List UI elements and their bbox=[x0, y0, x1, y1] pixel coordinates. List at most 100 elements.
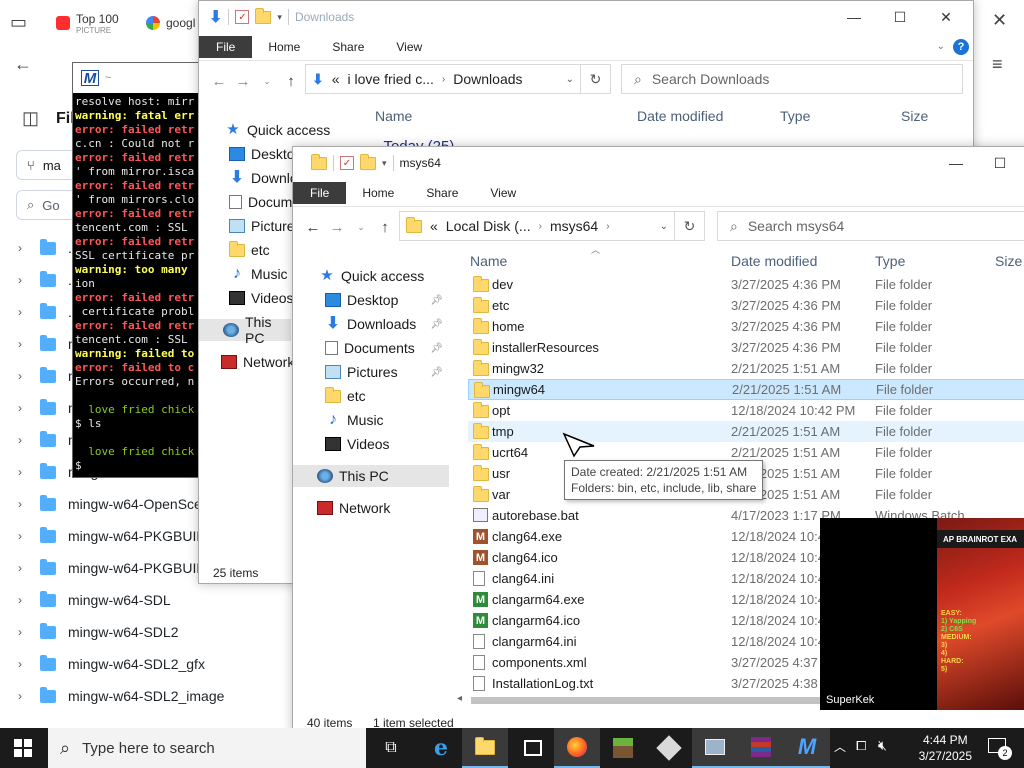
address-bar[interactable]: « Local Disk (... › msys64 › ⌄ ↻ bbox=[399, 211, 705, 241]
tab-file[interactable]: File bbox=[199, 35, 253, 58]
terminal-titlebar[interactable]: M ~ bbox=[73, 63, 203, 93]
show-hidden-icons-icon[interactable]: ︿ bbox=[834, 738, 846, 755]
up-button[interactable]: ↑ bbox=[279, 73, 303, 90]
tab-home[interactable]: Home bbox=[252, 40, 316, 54]
column-header-name[interactable]: Name bbox=[470, 253, 507, 269]
chevron-right-icon[interactable]: › bbox=[0, 625, 40, 639]
expand-ribbon-icon[interactable]: ⌄ bbox=[937, 41, 945, 52]
new-folder-icon[interactable] bbox=[360, 153, 376, 170]
breadcrumb-item[interactable]: Local Disk (... bbox=[446, 218, 531, 234]
chevron-right-icon[interactable]: › bbox=[0, 593, 40, 607]
back-button[interactable]: ← bbox=[207, 73, 231, 90]
file-row[interactable]: home 3/27/2025 4:36 PM File folder bbox=[468, 316, 1024, 337]
properties-icon[interactable]: ✓ bbox=[340, 156, 354, 170]
breadcrumb-item[interactable]: Downloads bbox=[453, 71, 522, 87]
column-header-date-modified[interactable]: Date modified bbox=[637, 108, 723, 124]
nav-item-quick-access[interactable]: ★ Quick access bbox=[225, 119, 330, 141]
chevron-right-icon[interactable]: › bbox=[0, 689, 40, 703]
nav-item-desktop[interactable]: Desktop 📌︎ bbox=[325, 289, 449, 311]
chevron-right-icon[interactable]: › bbox=[0, 657, 40, 671]
browser-tab-google[interactable]: googl bbox=[146, 6, 195, 40]
menu-icon[interactable]: ≡ bbox=[992, 54, 1003, 75]
minecraft-icon[interactable] bbox=[600, 728, 646, 768]
close-button[interactable]: ✕ bbox=[923, 1, 969, 33]
nav-item-docum[interactable]: Docum bbox=[229, 191, 292, 213]
file-row[interactable]: opt 12/18/2024 10:42 PM File folder bbox=[468, 400, 1024, 421]
chevron-right-icon[interactable]: › bbox=[0, 497, 40, 511]
nav-item-pictures[interactable]: Pictures 📌︎ bbox=[325, 361, 449, 383]
nav-item-music[interactable]: ♪ Music bbox=[325, 409, 449, 431]
column-header-name[interactable]: Name bbox=[375, 108, 412, 124]
close-icon[interactable]: ✕ bbox=[992, 10, 1007, 31]
nav-item-music[interactable]: ♪ Music bbox=[229, 263, 288, 285]
firefox-icon[interactable] bbox=[554, 728, 600, 768]
repo-folder-row[interactable]: › mingw-w64-SDL2_gfx bbox=[0, 648, 300, 680]
file-row[interactable]: mingw64 2/21/2025 1:51 AM File folder bbox=[468, 379, 1024, 400]
chevron-right-icon[interactable]: › bbox=[0, 433, 40, 447]
address-dropdown-icon[interactable]: ⌄ bbox=[566, 74, 574, 85]
address-bar[interactable]: ⬇ « i love fried c... › Downloads ⌄ ↻ bbox=[305, 64, 611, 94]
chevron-right-icon[interactable]: › bbox=[0, 529, 40, 543]
breadcrumb-overflow[interactable]: « bbox=[332, 71, 340, 87]
nav-item-network[interactable]: Network bbox=[221, 351, 294, 373]
terminal-output[interactable]: resolve host: mirr warning: fatal err erro… bbox=[73, 93, 203, 475]
nav-item-network[interactable]: Network bbox=[317, 497, 441, 519]
chevron-right-icon[interactable]: › bbox=[0, 305, 40, 319]
column-header-date-modified[interactable]: Date modified bbox=[731, 253, 817, 269]
file-row[interactable]: mingw32 2/21/2025 1:51 AM File folder bbox=[468, 358, 1024, 379]
new-folder-icon[interactable] bbox=[255, 7, 272, 24]
refresh-icon[interactable]: ↻ bbox=[580, 65, 610, 93]
nav-item-videos[interactable]: Videos bbox=[325, 433, 449, 455]
recent-locations-icon[interactable]: ⌄ bbox=[255, 76, 279, 87]
address-dropdown-icon[interactable]: ⌄ bbox=[660, 221, 668, 232]
tab-home[interactable]: Home bbox=[346, 186, 410, 200]
scrollbar-thumb[interactable] bbox=[471, 697, 831, 704]
msys64-titlebar[interactable]: ✓ ▾ msys64 bbox=[293, 147, 1024, 179]
tab-share[interactable]: Share bbox=[410, 186, 474, 200]
msys2-icon[interactable]: M bbox=[784, 728, 830, 768]
file-row[interactable]: tmp 2/21/2025 1:51 AM File folder bbox=[468, 421, 1024, 442]
refresh-icon[interactable]: ↻ bbox=[674, 212, 704, 240]
pin-icon[interactable]: 📌︎ bbox=[430, 343, 443, 354]
quick-access-toolbar-dropdown-icon[interactable]: ▾ bbox=[277, 12, 282, 23]
store-icon[interactable] bbox=[510, 728, 556, 768]
breadcrumb-item[interactable]: i love fried c... bbox=[348, 71, 434, 87]
edge-icon[interactable]: e bbox=[418, 728, 464, 768]
forward-button[interactable]: → bbox=[231, 73, 255, 90]
file-row[interactable]: etc 3/27/2025 4:36 PM File folder bbox=[468, 295, 1024, 316]
breadcrumb-item[interactable]: msys64 bbox=[550, 218, 598, 234]
tab-list-icon[interactable]: ▭ bbox=[10, 12, 27, 33]
tab-file[interactable]: File bbox=[293, 181, 347, 204]
maximize-button[interactable]: ☐ bbox=[877, 1, 923, 33]
pin-icon[interactable]: 📌︎ bbox=[430, 319, 443, 330]
nav-item-this-pc[interactable]: This PC bbox=[293, 465, 449, 487]
chevron-right-icon[interactable]: › bbox=[0, 337, 40, 351]
minimize-button[interactable]: — bbox=[831, 1, 877, 33]
tab-view[interactable]: View bbox=[474, 186, 532, 200]
repo-folder-row[interactable]: › mingw-w64-SDL2 bbox=[0, 616, 300, 648]
column-header-type[interactable]: Type bbox=[875, 253, 905, 269]
chevron-right-icon[interactable]: › bbox=[0, 465, 40, 479]
scroll-left-icon[interactable]: ◂ bbox=[457, 693, 462, 704]
winrar-icon[interactable] bbox=[738, 728, 784, 768]
task-view-icon[interactable]: ⧉ bbox=[368, 728, 414, 768]
nav-item-quick-access[interactable]: ★ Quick access bbox=[319, 265, 443, 287]
network-icon[interactable]: ⧠ bbox=[856, 738, 866, 754]
nav-item-etc[interactable]: etc bbox=[325, 385, 449, 407]
cube-app-icon[interactable] bbox=[646, 728, 692, 768]
file-row[interactable]: installerResources 3/27/2025 4:36 PM File … bbox=[468, 337, 1024, 358]
taskbar-search-box[interactable]: ⌕ Type here to search bbox=[48, 728, 366, 768]
nav-item-downloads[interactable]: ⬇ Downloads 📌︎ bbox=[325, 313, 449, 335]
tab-view[interactable]: View bbox=[380, 40, 438, 54]
control-panel-icon[interactable] bbox=[692, 728, 738, 768]
chevron-right-icon[interactable]: › bbox=[0, 273, 40, 287]
nav-item-this-pc[interactable]: This PC bbox=[199, 314, 291, 346]
go-to-file-input[interactable]: ⌕ Go bbox=[16, 190, 76, 220]
repo-folder-row[interactable]: › mingw-w64-SDL bbox=[0, 584, 300, 616]
column-header-type[interactable]: Type bbox=[780, 108, 810, 124]
sidebar-toggle-icon[interactable]: ◫ bbox=[22, 108, 39, 129]
search-downloads-input[interactable]: ⌕ Search Downloads bbox=[621, 64, 963, 94]
back-arrow-icon[interactable]: ← bbox=[14, 54, 32, 75]
column-header-size[interactable]: Size bbox=[995, 253, 1022, 269]
quick-access-toolbar-dropdown-icon[interactable]: ▾ bbox=[382, 158, 387, 169]
